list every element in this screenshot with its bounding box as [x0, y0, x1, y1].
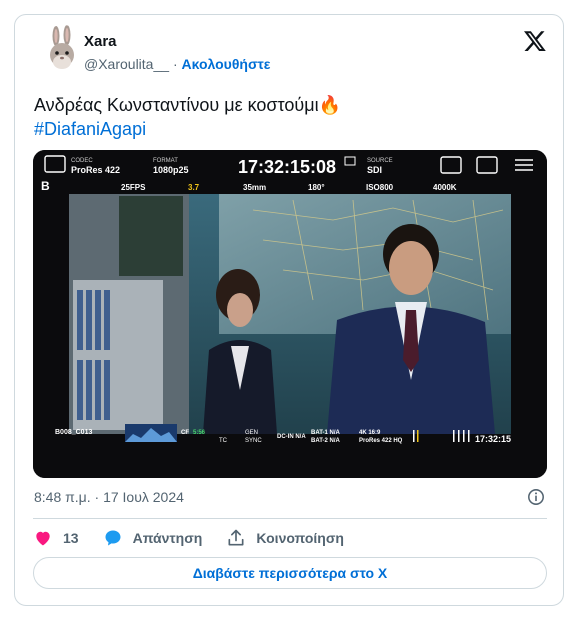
reply-button[interactable]: Απάντηση — [103, 528, 203, 548]
author-handle-row: @Xaroulita__ · Ακολουθήστε — [84, 56, 270, 72]
reply-bubble-icon — [105, 530, 121, 546]
cf-label: CF — [181, 430, 189, 436]
fps-value: 25FPS — [121, 183, 146, 192]
like-button[interactable]: 13 — [33, 528, 79, 548]
timecode: 17:32:15:08 — [238, 157, 336, 177]
format-label: FORMAT — [153, 158, 178, 164]
timestamp[interactable]: 8:48 π.μ. · 17 Ιουλ 2024 — [34, 489, 184, 505]
hashtag-link[interactable]: #DiafaniAgapi — [34, 117, 341, 141]
iris-value: 3.7 — [188, 183, 200, 192]
lens-value: 35mm — [243, 183, 266, 192]
tc-label: TC — [219, 438, 228, 444]
tweet-text: Ανδρέας Κωνσταντίνου με κοστούμι🔥 #Diafa… — [34, 93, 341, 141]
author-handle[interactable]: @Xaroulita__ — [84, 56, 169, 72]
sync-label: SYNC — [245, 438, 262, 444]
gen-label: GEN — [245, 430, 258, 436]
separator: · — [172, 56, 178, 72]
like-count: 13 — [63, 530, 79, 546]
x-logo-icon[interactable] — [523, 29, 547, 53]
timecode-short: 17:32:15 — [475, 434, 511, 444]
share-icon — [228, 529, 244, 546]
fire-emoji: 🔥 — [318, 95, 342, 115]
wb-value: 4000K — [433, 183, 457, 192]
codec-value: ProRes 422 — [71, 165, 120, 175]
source-label: SOURCE — [367, 158, 393, 164]
tweet-body: Ανδρέας Κωνσταντίνου με κοστούμι — [34, 95, 319, 115]
read-more-button[interactable]: Διαβάστε περισσότερα στο X — [33, 557, 547, 589]
share-label: Κοινοποίηση — [256, 530, 344, 546]
source-value: SDI — [367, 165, 382, 175]
divider — [33, 518, 547, 519]
camera-monitor-frame: CODEC ProRes 422 FORMAT 1080p25 17:32:15… — [33, 150, 547, 478]
avatar[interactable] — [39, 25, 87, 73]
cf-value: 5:56 — [193, 430, 206, 436]
info-icon[interactable] — [527, 488, 545, 506]
follow-link[interactable]: Ακολουθήστε — [182, 56, 271, 72]
bat-1: BAT-1 N/A — [311, 430, 341, 436]
tweet-media[interactable]: CODEC ProRes 422 FORMAT 1080p25 17:32:15… — [33, 150, 547, 478]
dc-in: DC-IN N/A — [277, 434, 306, 440]
bat-2: BAT-2 N/A — [311, 438, 341, 444]
iso-value: ISO800 — [366, 183, 394, 192]
action-bar: 13 Απάντηση Κοινοποίηση — [33, 528, 368, 548]
heart-icon — [36, 531, 50, 546]
author-name[interactable]: Xara — [84, 33, 117, 50]
clip-name: B008_C013 — [55, 429, 92, 436]
share-button[interactable]: Κοινοποίηση — [226, 528, 344, 548]
resolution: 4K 16:9 — [359, 430, 381, 436]
tweet-card: Xara @Xaroulita__ · Ακολουθήστε Ανδρέας … — [14, 14, 564, 606]
codec-label: CODEC — [71, 158, 93, 164]
format-value: 1080p25 — [153, 165, 189, 175]
codec-hq: ProRes 422 HQ — [359, 438, 403, 444]
shutter-value: 180° — [308, 183, 325, 192]
reply-label: Απάντηση — [132, 530, 203, 546]
channel-label: B — [41, 179, 50, 193]
